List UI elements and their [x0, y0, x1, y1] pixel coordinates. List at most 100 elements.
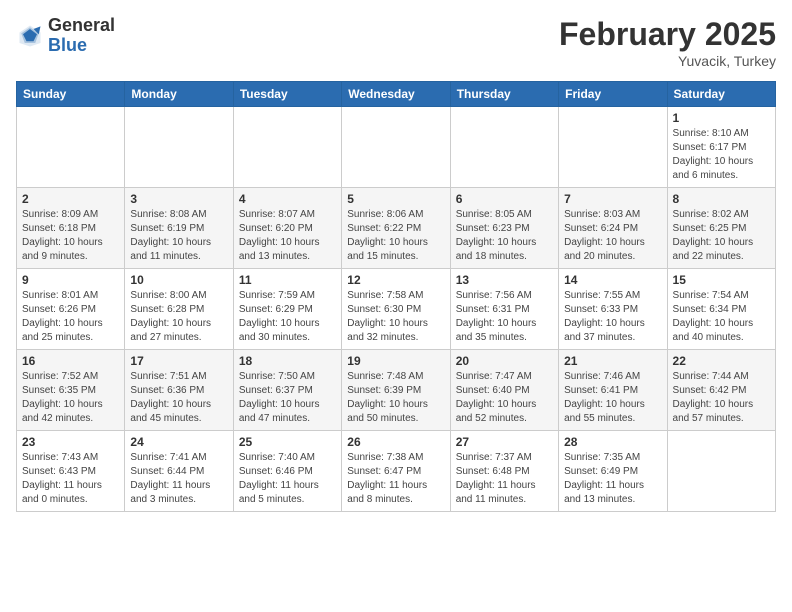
- calendar-cell: 7 Sunrise: 8:03 AM Sunset: 6:24 PM Daylig…: [559, 188, 667, 269]
- day-info: Sunrise: 8:00 AM Sunset: 6:28 PM Dayligh…: [130, 289, 227, 345]
- calendar-cell: 21 Sunrise: 7:46 AM Sunset: 6:41 PM Dayli…: [559, 350, 667, 431]
- col-wednesday: Wednesday: [342, 82, 450, 107]
- logo-general-text: General: [48, 16, 115, 36]
- day-info: Sunrise: 8:03 AM Sunset: 6:24 PM Dayligh…: [564, 208, 661, 264]
- calendar-header-row: Sunday Monday Tuesday Wednesday Thursday…: [17, 82, 776, 107]
- day-number: 7: [564, 192, 661, 206]
- calendar-cell: [667, 431, 775, 512]
- day-number: 22: [673, 354, 770, 368]
- day-number: 9: [22, 273, 119, 287]
- calendar-cell: [559, 107, 667, 188]
- day-info: Sunrise: 8:02 AM Sunset: 6:25 PM Dayligh…: [673, 208, 770, 264]
- day-info: Sunrise: 8:06 AM Sunset: 6:22 PM Dayligh…: [347, 208, 444, 264]
- calendar-cell: 22 Sunrise: 7:44 AM Sunset: 6:42 PM Dayli…: [667, 350, 775, 431]
- calendar-cell: 1Sunrise: 8:10 AM Sunset: 6:17 PM Daylig…: [667, 107, 775, 188]
- calendar-cell: [450, 107, 558, 188]
- calendar-week-row-4: 23 Sunrise: 7:43 AM Sunset: 6:43 PM Dayli…: [17, 431, 776, 512]
- col-tuesday: Tuesday: [233, 82, 341, 107]
- calendar-cell: 24 Sunrise: 7:41 AM Sunset: 6:44 PM Dayli…: [125, 431, 233, 512]
- calendar-cell: 11 Sunrise: 7:59 AM Sunset: 6:29 PM Dayli…: [233, 269, 341, 350]
- day-number: 11: [239, 273, 336, 287]
- day-number: 13: [456, 273, 553, 287]
- calendar-cell: 2 Sunrise: 8:09 AM Sunset: 6:18 PM Daylig…: [17, 188, 125, 269]
- calendar-cell: 18 Sunrise: 7:50 AM Sunset: 6:37 PM Dayli…: [233, 350, 341, 431]
- calendar-cell: 16 Sunrise: 7:52 AM Sunset: 6:35 PM Dayli…: [17, 350, 125, 431]
- calendar-cell: [342, 107, 450, 188]
- calendar-cell: 12Sunrise: 7:58 AM Sunset: 6:30 PM Dayli…: [342, 269, 450, 350]
- day-info: Sunrise: 8:10 AM Sunset: 6:17 PM Dayligh…: [673, 127, 770, 183]
- col-friday: Friday: [559, 82, 667, 107]
- day-info: Sunrise: 8:09 AM Sunset: 6:18 PM Dayligh…: [22, 208, 119, 264]
- day-info: Sunrise: 7:35 AM Sunset: 6:49 PM Dayligh…: [564, 451, 661, 507]
- calendar-cell: 15 Sunrise: 7:54 AM Sunset: 6:34 PM Dayli…: [667, 269, 775, 350]
- day-info: Sunrise: 8:05 AM Sunset: 6:23 PM Dayligh…: [456, 208, 553, 264]
- day-info: Sunrise: 8:07 AM Sunset: 6:20 PM Dayligh…: [239, 208, 336, 264]
- day-number: 5: [347, 192, 444, 206]
- day-number: 27: [456, 435, 553, 449]
- day-number: 23: [22, 435, 119, 449]
- day-number: 17: [130, 354, 227, 368]
- day-number: 21: [564, 354, 661, 368]
- day-info: Sunrise: 7:55 AM Sunset: 6:33 PM Dayligh…: [564, 289, 661, 345]
- calendar-cell: 20 Sunrise: 7:47 AM Sunset: 6:40 PM Dayli…: [450, 350, 558, 431]
- month-title: February 2025: [559, 16, 776, 53]
- calendar-cell: [125, 107, 233, 188]
- day-info: Sunrise: 7:38 AM Sunset: 6:47 PM Dayligh…: [347, 451, 444, 507]
- day-number: 3: [130, 192, 227, 206]
- calendar-cell: 25Sunrise: 7:40 AM Sunset: 6:46 PM Dayli…: [233, 431, 341, 512]
- day-info: Sunrise: 7:50 AM Sunset: 6:37 PM Dayligh…: [239, 370, 336, 426]
- day-info: Sunrise: 7:44 AM Sunset: 6:42 PM Dayligh…: [673, 370, 770, 426]
- day-number: 26: [347, 435, 444, 449]
- day-info: Sunrise: 7:47 AM Sunset: 6:40 PM Dayligh…: [456, 370, 553, 426]
- logo: General Blue: [16, 16, 115, 56]
- day-info: Sunrise: 7:58 AM Sunset: 6:30 PM Dayligh…: [347, 289, 444, 345]
- col-sunday: Sunday: [17, 82, 125, 107]
- day-info: Sunrise: 8:08 AM Sunset: 6:19 PM Dayligh…: [130, 208, 227, 264]
- location-subtitle: Yuvacik, Turkey: [559, 53, 776, 69]
- day-info: Sunrise: 7:37 AM Sunset: 6:48 PM Dayligh…: [456, 451, 553, 507]
- col-monday: Monday: [125, 82, 233, 107]
- day-info: Sunrise: 7:51 AM Sunset: 6:36 PM Dayligh…: [130, 370, 227, 426]
- day-number: 16: [22, 354, 119, 368]
- calendar-cell: 10Sunrise: 8:00 AM Sunset: 6:28 PM Dayli…: [125, 269, 233, 350]
- day-number: 24: [130, 435, 227, 449]
- day-number: 28: [564, 435, 661, 449]
- day-info: Sunrise: 7:40 AM Sunset: 6:46 PM Dayligh…: [239, 451, 336, 507]
- day-number: 15: [673, 273, 770, 287]
- calendar-cell: 27 Sunrise: 7:37 AM Sunset: 6:48 PM Dayli…: [450, 431, 558, 512]
- day-info: Sunrise: 7:59 AM Sunset: 6:29 PM Dayligh…: [239, 289, 336, 345]
- day-info: Sunrise: 7:52 AM Sunset: 6:35 PM Dayligh…: [22, 370, 119, 426]
- calendar-cell: 13 Sunrise: 7:56 AM Sunset: 6:31 PM Dayli…: [450, 269, 558, 350]
- col-saturday: Saturday: [667, 82, 775, 107]
- logo-blue-text: Blue: [48, 36, 115, 56]
- col-thursday: Thursday: [450, 82, 558, 107]
- day-number: 4: [239, 192, 336, 206]
- logo-text: General Blue: [48, 16, 115, 56]
- calendar-week-row-2: 9Sunrise: 8:01 AM Sunset: 6:26 PM Daylig…: [17, 269, 776, 350]
- calendar-week-row-3: 16 Sunrise: 7:52 AM Sunset: 6:35 PM Dayli…: [17, 350, 776, 431]
- day-number: 2: [22, 192, 119, 206]
- calendar-cell: 23 Sunrise: 7:43 AM Sunset: 6:43 PM Dayli…: [17, 431, 125, 512]
- day-number: 18: [239, 354, 336, 368]
- day-info: Sunrise: 7:41 AM Sunset: 6:44 PM Dayligh…: [130, 451, 227, 507]
- day-info: Sunrise: 7:46 AM Sunset: 6:41 PM Dayligh…: [564, 370, 661, 426]
- calendar-cell: 4 Sunrise: 8:07 AM Sunset: 6:20 PM Daylig…: [233, 188, 341, 269]
- day-info: Sunrise: 7:54 AM Sunset: 6:34 PM Dayligh…: [673, 289, 770, 345]
- day-info: Sunrise: 7:56 AM Sunset: 6:31 PM Dayligh…: [456, 289, 553, 345]
- calendar-cell: 3 Sunrise: 8:08 AM Sunset: 6:19 PM Daylig…: [125, 188, 233, 269]
- calendar-cell: 6 Sunrise: 8:05 AM Sunset: 6:23 PM Daylig…: [450, 188, 558, 269]
- calendar-cell: 14 Sunrise: 7:55 AM Sunset: 6:33 PM Dayli…: [559, 269, 667, 350]
- day-number: 20: [456, 354, 553, 368]
- title-block: February 2025 Yuvacik, Turkey: [559, 16, 776, 69]
- calendar-cell: 19Sunrise: 7:48 AM Sunset: 6:39 PM Dayli…: [342, 350, 450, 431]
- day-info: Sunrise: 7:43 AM Sunset: 6:43 PM Dayligh…: [22, 451, 119, 507]
- day-number: 6: [456, 192, 553, 206]
- calendar-week-row-0: 1Sunrise: 8:10 AM Sunset: 6:17 PM Daylig…: [17, 107, 776, 188]
- calendar-week-row-1: 2 Sunrise: 8:09 AM Sunset: 6:18 PM Daylig…: [17, 188, 776, 269]
- calendar-cell: [17, 107, 125, 188]
- day-info: Sunrise: 7:48 AM Sunset: 6:39 PM Dayligh…: [347, 370, 444, 426]
- logo-icon: [16, 22, 44, 50]
- calendar-cell: 8Sunrise: 8:02 AM Sunset: 6:25 PM Daylig…: [667, 188, 775, 269]
- calendar-cell: [233, 107, 341, 188]
- day-number: 14: [564, 273, 661, 287]
